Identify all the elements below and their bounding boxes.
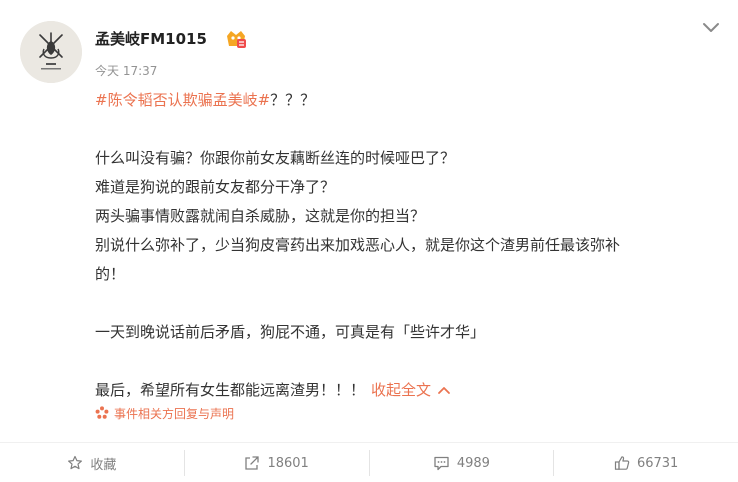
chevron-up-icon[interactable] [437, 376, 451, 405]
hashtag-link[interactable]: #陈令韬否认欺骗孟美岐# [95, 91, 270, 109]
hashtag-tail: ？？？ [270, 91, 316, 109]
content-line: 什么叫没有骗？你跟你前女友藕断丝连的时候哑巴了？ [95, 149, 456, 167]
post-timestamp[interactable]: 今天 17:37 [95, 62, 157, 79]
content-line: 的！ [95, 265, 126, 283]
comment-icon [434, 456, 449, 471]
star-icon [68, 455, 83, 470]
repost-count: 18601 [267, 455, 309, 471]
hashtag-line: #陈令韬否认欺骗孟美岐#？？？ [95, 86, 715, 115]
thumbs-up-icon [614, 456, 630, 470]
avatar[interactable] [20, 21, 82, 83]
like-count: 66731 [636, 455, 679, 471]
vip-badge-icon [225, 29, 247, 49]
content-line: 别说什么弥补了，少当狗皮膏药出来加戏恶心人，就是你这个渣男前任最该弥补 [95, 236, 621, 254]
content-line: 最后，希望所有女生都能远离渣男！！！ [95, 381, 366, 399]
content-line: 难道是狗说的跟前女友都分干净了？ [95, 178, 336, 196]
content-line: 两头骗事情败露就闹自杀威胁，这就是你的担当？ [95, 207, 426, 225]
comment-button[interactable]: 4989 [370, 443, 554, 482]
final-line: 最后，希望所有女生都能远离渣男！！！ 收起全文 [95, 376, 715, 405]
weibo-post-card: 孟美岐FM1015 今天 17:37 #陈令韬否认欺骗孟美岐#？？？ 什么叫没有… [0, 0, 738, 482]
share-icon [245, 456, 260, 470]
favorite-label: 收藏 [90, 457, 117, 473]
event-label: 事件相关方回复与声明 [114, 407, 235, 421]
repost-button[interactable]: 18601 [185, 443, 369, 482]
favorite-button[interactable]: 收藏 [0, 443, 184, 482]
post-content: #陈令韬否认欺骗孟美岐#？？？ 什么叫没有骗？你跟你前女友藕断丝连的时候哑巴了？… [95, 86, 715, 405]
collapse-button[interactable]: 收起全文 [371, 381, 431, 399]
flower-icon [95, 406, 114, 421]
content-line: 一天到晚说话前后矛盾，狗屁不通，可真是有「些许才华」 [95, 323, 486, 341]
emblem-avatar-icon [20, 21, 82, 83]
username[interactable]: 孟美岐FM1015 [95, 28, 207, 49]
comment-count: 4989 [456, 455, 490, 471]
chevron-down-icon[interactable] [700, 20, 722, 36]
like-button[interactable]: 66731 [554, 443, 738, 482]
event-statement-link[interactable]: 事件相关方回复与声明 [95, 405, 234, 422]
action-bar: 收藏 18601 4989 66731 [0, 442, 738, 482]
